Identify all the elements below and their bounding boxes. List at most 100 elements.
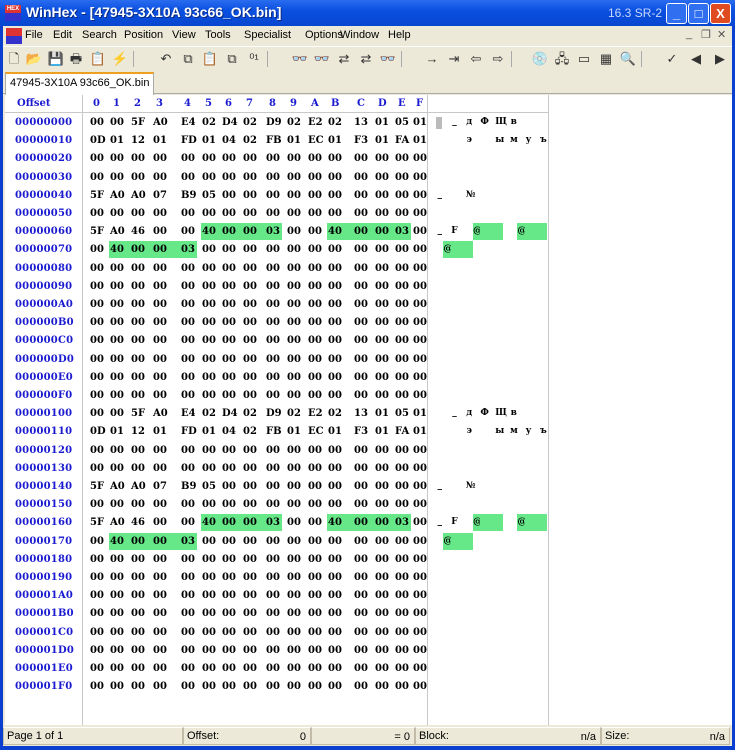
hex-byte[interactable]: 00	[307, 569, 324, 586]
menu-options[interactable]: Options	[305, 29, 343, 41]
hex-byte[interactable]: 00	[152, 532, 180, 550]
text-char[interactable]	[473, 387, 480, 404]
hex-byte[interactable]: 00	[221, 387, 238, 404]
hex-byte[interactable]: 00	[109, 351, 126, 368]
hex-byte[interactable]: 00	[327, 605, 344, 622]
text-char[interactable]	[510, 569, 517, 586]
hex-byte[interactable]: 00	[201, 569, 218, 586]
hex-byte[interactable]: 00	[412, 460, 429, 477]
text-char[interactable]	[458, 423, 465, 440]
text-char[interactable]	[524, 223, 533, 241]
hex-byte[interactable]: 00	[109, 314, 126, 331]
text-char[interactable]	[466, 278, 473, 295]
menu-search[interactable]: Search	[82, 29, 117, 41]
hex-byte[interactable]: 00	[353, 187, 370, 204]
hex-byte[interactable]: 00	[327, 642, 344, 659]
hex-byte[interactable]: 03	[180, 532, 197, 550]
text-char[interactable]	[503, 332, 510, 349]
hex-byte[interactable]: 01	[201, 132, 218, 149]
text-char[interactable]	[510, 496, 517, 513]
text-char[interactable]	[495, 460, 502, 477]
hex-byte[interactable]: 00	[109, 624, 126, 641]
hex-byte[interactable]: 13	[353, 405, 370, 422]
hex-byte[interactable]: 00	[353, 351, 370, 368]
hex-byte[interactable]: 00	[412, 442, 429, 459]
text-char[interactable]	[436, 241, 443, 258]
text-char[interactable]: м	[510, 423, 518, 440]
text-char[interactable]	[532, 351, 539, 368]
text-char[interactable]	[532, 551, 539, 568]
hex-byte[interactable]: 00	[307, 533, 324, 550]
hex-byte[interactable]: 02	[327, 405, 344, 422]
hex-byte[interactable]: 00	[221, 150, 238, 167]
hex-byte[interactable]: 00	[89, 624, 106, 641]
text-char[interactable]	[480, 314, 487, 331]
hex-byte[interactable]: 00	[180, 642, 197, 659]
menu-view[interactable]: View	[172, 29, 196, 41]
hex-byte[interactable]: 00	[89, 296, 106, 313]
hex-byte[interactable]: 00	[221, 187, 238, 204]
hex-byte[interactable]: 00	[353, 460, 370, 477]
hash-icon[interactable]: ✓	[663, 50, 681, 68]
text-char[interactable]	[540, 314, 547, 331]
text-char[interactable]	[488, 187, 495, 204]
hex-byte[interactable]: 00	[394, 569, 411, 586]
text-char[interactable]	[458, 624, 465, 641]
text-char[interactable]: _	[436, 514, 443, 531]
hex-byte[interactable]: F3	[353, 132, 370, 149]
text-char[interactable]	[488, 314, 495, 331]
hex-byte[interactable]: 03	[265, 223, 282, 241]
hex-byte[interactable]: 00	[412, 278, 429, 295]
text-char[interactable]	[517, 587, 524, 604]
hex-byte[interactable]: 00	[265, 605, 282, 622]
hex-byte[interactable]: 00	[180, 605, 197, 622]
hex-byte[interactable]: 00	[242, 496, 259, 513]
hex-byte[interactable]: 05	[201, 187, 218, 204]
text-char[interactable]	[473, 678, 480, 695]
text-char[interactable]	[436, 533, 443, 550]
hex-byte[interactable]: 00	[353, 496, 370, 513]
text-char[interactable]	[532, 642, 539, 659]
hex-byte[interactable]: 00	[89, 496, 106, 513]
hex-byte[interactable]: 03	[394, 514, 411, 532]
text-char[interactable]	[458, 150, 465, 167]
text-char[interactable]: Ф	[480, 405, 489, 422]
hex-byte[interactable]: 03	[265, 514, 282, 532]
hex-byte[interactable]: 00	[201, 642, 218, 659]
text-char[interactable]	[443, 678, 450, 695]
hex-byte[interactable]: 40	[327, 514, 353, 532]
goto-offset-icon[interactable]: →	[423, 50, 441, 68]
text-char[interactable]	[547, 387, 554, 404]
hex-byte[interactable]: 00	[265, 496, 282, 513]
hex-byte[interactable]: 46	[130, 223, 147, 240]
hex-byte[interactable]: 00	[130, 587, 147, 604]
text-char[interactable]	[458, 569, 465, 586]
text-char[interactable]	[540, 114, 547, 131]
text-char[interactable]	[547, 587, 554, 604]
text-char[interactable]	[451, 551, 458, 568]
open-icon[interactable]: 📂	[25, 50, 43, 68]
hex-byte[interactable]: 00	[201, 678, 218, 695]
hex-byte[interactable]: 00	[89, 442, 106, 459]
hex-byte[interactable]: 00	[221, 205, 238, 222]
text-char[interactable]	[495, 296, 502, 313]
hex-byte[interactable]: 00	[265, 587, 282, 604]
text-char[interactable]	[443, 332, 450, 349]
hex-byte[interactable]: 00	[201, 605, 218, 622]
hex-byte[interactable]: 00	[307, 624, 324, 641]
text-char[interactable]	[451, 351, 458, 368]
text-char[interactable]	[495, 205, 502, 222]
text-char[interactable]	[495, 605, 502, 622]
hex-byte[interactable]: 00	[353, 278, 370, 295]
hex-byte[interactable]: 00	[265, 187, 282, 204]
hex-byte[interactable]: 00	[89, 369, 106, 386]
text-char[interactable]	[473, 605, 480, 622]
hex-byte[interactable]: 00	[374, 551, 391, 568]
text-char[interactable]	[517, 114, 524, 131]
text-char[interactable]	[466, 169, 473, 186]
text-char[interactable]	[466, 351, 473, 368]
hex-byte[interactable]: 00	[286, 478, 303, 495]
text-char[interactable]	[436, 496, 443, 513]
hex-byte[interactable]: 00	[394, 169, 411, 186]
hex-byte[interactable]: 13	[353, 114, 370, 131]
